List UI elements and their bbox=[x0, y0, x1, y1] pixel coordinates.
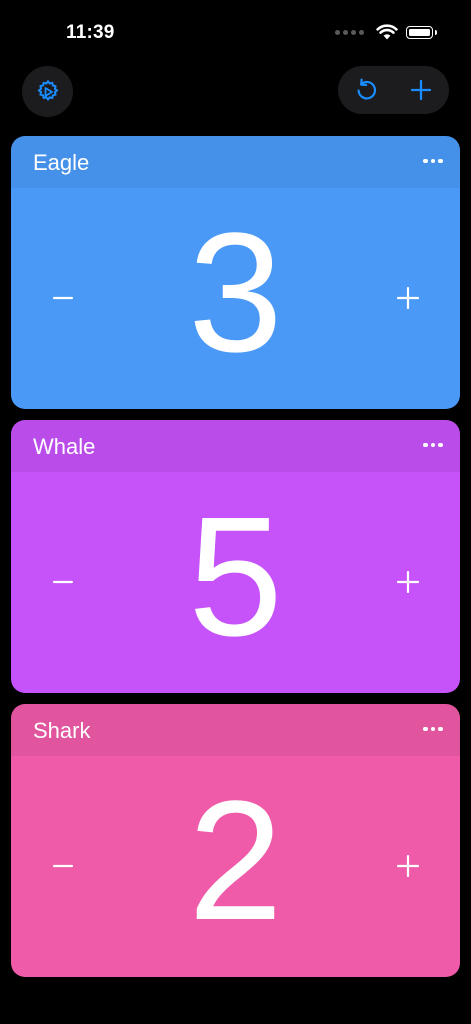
ellipsis-icon bbox=[423, 442, 428, 448]
counter-name: Eagle bbox=[33, 150, 90, 175]
increment-button[interactable] bbox=[386, 844, 430, 888]
status-bar: 11:39 bbox=[0, 0, 471, 60]
status-icons bbox=[335, 24, 437, 40]
gear-play-icon bbox=[37, 79, 58, 101]
increment-button[interactable] bbox=[386, 560, 430, 604]
card-body[interactable]: 3 bbox=[11, 188, 460, 409]
counter-card-eagle: Eagle 3 bbox=[11, 136, 460, 409]
more-options-button[interactable] bbox=[420, 434, 446, 456]
card-header: Eagle bbox=[11, 136, 460, 188]
plus-icon bbox=[397, 855, 419, 877]
battery-icon bbox=[406, 25, 437, 39]
cellular-signal-icon bbox=[335, 29, 364, 35]
app-screen: 11:39 Eagle 3 Whale 5 Shark 2 bbox=[0, 0, 471, 1024]
card-body[interactable]: 2 bbox=[11, 756, 460, 977]
plus-icon bbox=[397, 571, 419, 593]
card-header: Whale bbox=[11, 420, 460, 472]
more-options-button[interactable] bbox=[420, 150, 446, 172]
status-time: 11:39 bbox=[66, 22, 115, 43]
counterclockwise-arrow-icon bbox=[357, 78, 376, 100]
counter-card-shark: Shark 2 bbox=[11, 704, 460, 977]
card-body[interactable]: 5 bbox=[11, 472, 460, 693]
counter-name: Whale bbox=[33, 434, 96, 459]
counter-card-whale: Whale 5 bbox=[11, 420, 460, 693]
add-counter-button[interactable] bbox=[399, 68, 443, 112]
toolbar-actions bbox=[338, 66, 449, 114]
counter-name: Shark bbox=[33, 718, 91, 743]
wifi-icon bbox=[376, 24, 398, 40]
increment-button[interactable] bbox=[386, 276, 430, 320]
more-options-button[interactable] bbox=[420, 718, 446, 740]
ellipsis-icon bbox=[423, 158, 428, 164]
plus-icon bbox=[411, 79, 432, 101]
settings-button[interactable] bbox=[22, 66, 73, 117]
ellipsis-icon bbox=[423, 726, 428, 732]
reset-button[interactable] bbox=[344, 68, 388, 112]
card-header: Shark bbox=[11, 704, 460, 756]
plus-icon bbox=[397, 287, 419, 309]
